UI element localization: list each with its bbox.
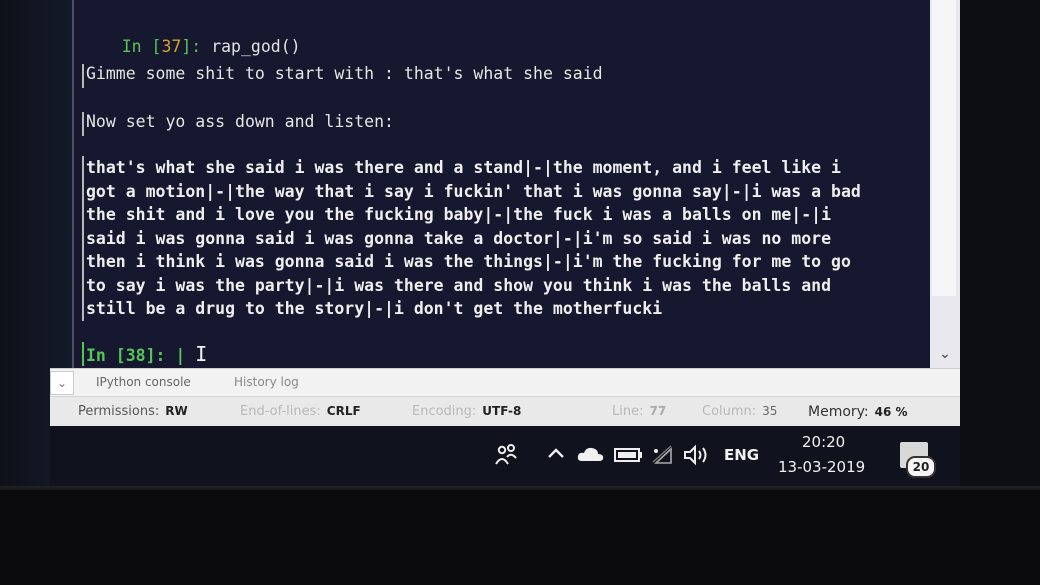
eol-status: End-of-lines: CRLF bbox=[240, 404, 361, 419]
permissions-status: Permissions: RW bbox=[78, 404, 188, 419]
clock-time[interactable]: 20:20 bbox=[802, 433, 845, 451]
output-line: got a motion|-|the way that i say i fuck… bbox=[86, 181, 861, 201]
column-value: 35 bbox=[762, 404, 778, 418]
encoding-value: UTF-8 bbox=[482, 404, 522, 418]
output-line: said i was gonna said i was gonna take a… bbox=[86, 228, 832, 248]
output-gimme: Gimme some shit to start with : that's w… bbox=[86, 64, 603, 83]
wifi-icon[interactable] bbox=[650, 442, 676, 468]
column-status: Column: 35 bbox=[702, 404, 777, 419]
output-line: then i think i was gonna said i was the … bbox=[86, 252, 851, 271]
people-icon[interactable] bbox=[494, 442, 520, 468]
input-language[interactable]: ENG bbox=[724, 446, 759, 464]
memory-value: 46 % bbox=[874, 405, 908, 419]
output-line: still be a drug to the story|-|i don't g… bbox=[86, 299, 663, 318]
output-line: that's what she said i was there and a s… bbox=[86, 158, 841, 177]
prompt-number: 37 bbox=[161, 37, 182, 56]
ipython-console[interactable]: In [37]: rap_god() Gimme some shit to st… bbox=[72, 0, 932, 368]
output-line: the shit and i love you the fucking baby… bbox=[86, 205, 832, 224]
windows-taskbar: ENG 20:20 13-03-2019 20 bbox=[50, 426, 960, 486]
line-label: Line: bbox=[612, 404, 644, 419]
notification-count-badge: 20 bbox=[906, 456, 936, 478]
tab-ipython-console[interactable]: IPython console bbox=[96, 375, 191, 389]
vertical-scrollbar[interactable]: ⌄ bbox=[930, 0, 960, 368]
prompt-in-label: In [ bbox=[121, 37, 162, 56]
output-rule bbox=[82, 64, 84, 88]
permissions-value: RW bbox=[165, 404, 188, 418]
monitor-bottom-frame bbox=[0, 490, 1040, 585]
generated-output: that's what she said i was there and a s… bbox=[82, 156, 916, 321]
status-bar: Permissions: RW End-of-lines: CRLF Encodin… bbox=[50, 396, 960, 427]
permissions-label: Permissions: bbox=[78, 404, 160, 419]
text-cursor-icon: I bbox=[195, 342, 208, 366]
collapse-tabs-button[interactable]: ⌄ bbox=[50, 371, 74, 395]
scroll-down-icon[interactable]: ⌄ bbox=[930, 340, 960, 368]
prompt-38-label: In [38]: | bbox=[86, 346, 186, 365]
onedrive-cloud-icon[interactable] bbox=[576, 444, 606, 464]
console-tabs: ⌄ IPython console History log bbox=[50, 368, 960, 397]
volume-icon[interactable] bbox=[682, 444, 712, 466]
encoding-status: Encoding: UTF-8 bbox=[412, 404, 521, 419]
output-line: to say i was the party|-|i was there and… bbox=[86, 275, 832, 295]
right-panel bbox=[960, 0, 1040, 490]
column-label: Column: bbox=[702, 404, 757, 419]
battery-icon[interactable] bbox=[614, 446, 644, 464]
memory-status: Memory: 46 % bbox=[808, 404, 908, 420]
line-value: 77 bbox=[649, 404, 667, 418]
cell-37-code: rap_god() bbox=[211, 37, 301, 56]
eol-label: End-of-lines: bbox=[240, 404, 321, 419]
scrollbar-thumb[interactable] bbox=[932, 0, 956, 296]
prompt-close: ]: bbox=[181, 37, 212, 56]
output-now: Now set yo ass down and listen: bbox=[86, 112, 394, 131]
line-status: Line: 77 bbox=[612, 404, 666, 419]
cell-38-prompt[interactable]: In [38]: | I bbox=[82, 342, 207, 366]
encoding-label: Encoding: bbox=[412, 404, 477, 419]
memory-label: Memory: bbox=[808, 404, 869, 420]
eol-value: CRLF bbox=[326, 404, 361, 418]
chevron-up-icon[interactable] bbox=[546, 446, 566, 460]
clock-date[interactable]: 13-03-2019 bbox=[778, 458, 865, 476]
output-rule bbox=[82, 112, 84, 136]
tab-history-log[interactable]: History log bbox=[234, 375, 299, 389]
